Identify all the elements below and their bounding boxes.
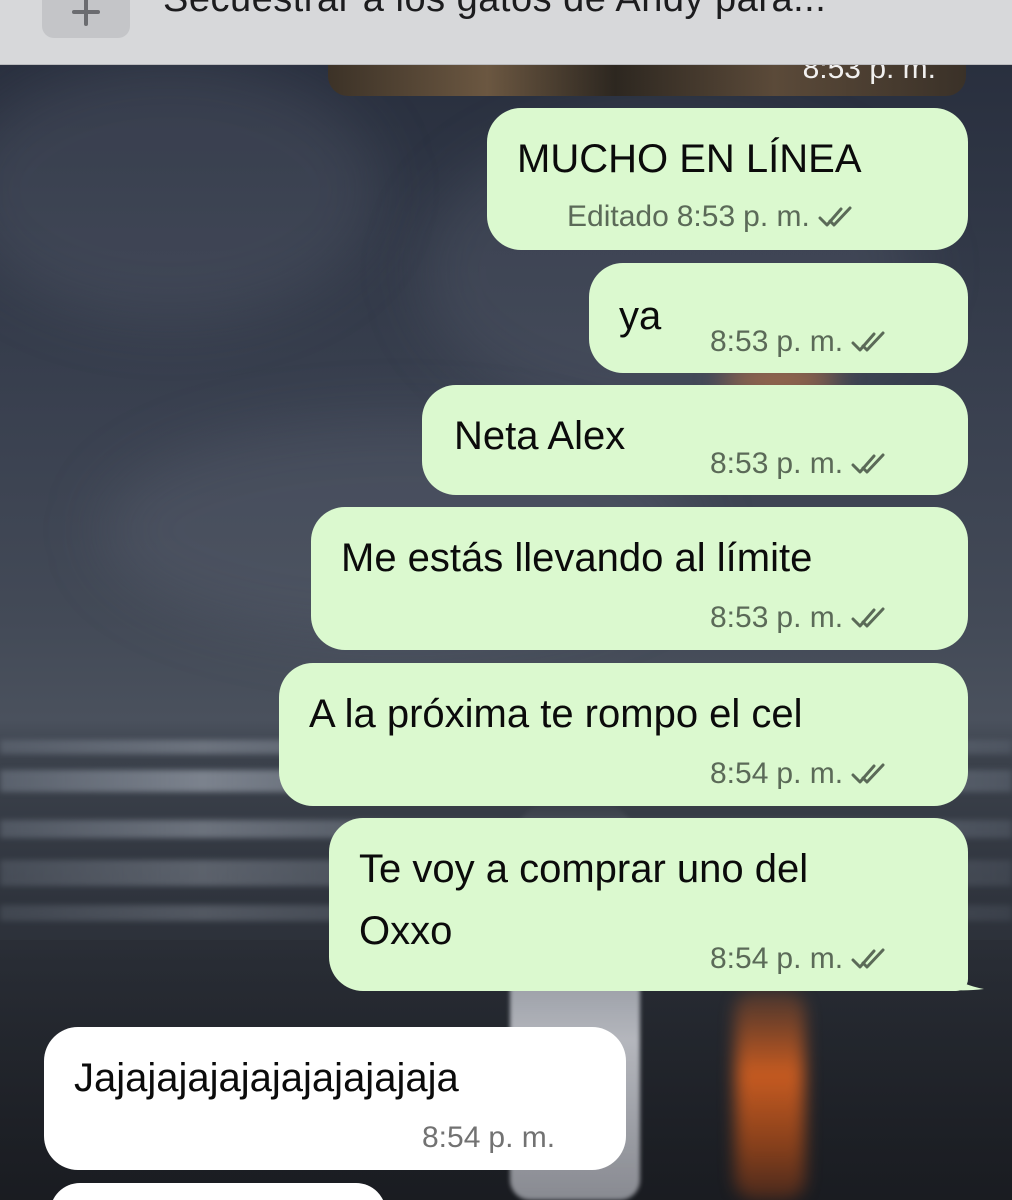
message-time: 8:53 — [710, 447, 769, 480]
message-time: 8:54 — [422, 1121, 481, 1154]
double-check-icon — [851, 331, 885, 352]
double-check-icon — [851, 948, 885, 969]
message-time: 8:54 — [710, 757, 769, 790]
message-ampm: p. m. — [776, 447, 844, 480]
double-check-icon — [818, 206, 852, 227]
message-bubble-outgoing[interactable]: Me estás llevando al límite 8:53 p. m. — [311, 507, 968, 650]
message-meta: 8:53 p. m. — [710, 447, 897, 481]
message-text: MUCHO EN LÍNEA — [517, 137, 862, 181]
double-check-icon — [851, 607, 885, 628]
message-text-line: Te voy a comprar uno del — [359, 847, 809, 891]
message-text: Jajajajajajajajajajajaja — [74, 1056, 459, 1100]
chat-header: Secuestrar a los gatos de Andy para... — [0, 0, 1012, 65]
message-meta: Editado 8:53 p. m. — [567, 200, 864, 234]
message-ampm: p. m. — [776, 325, 844, 358]
message-meta: 8:54 p. m. — [422, 1121, 555, 1155]
message-text: ya — [619, 294, 662, 338]
message-ampm: p. m. — [776, 942, 844, 975]
chat-title[interactable]: Secuestrar a los gatos de Andy para... — [163, 0, 826, 21]
message-ampm: p. m. — [488, 1121, 556, 1154]
message-bubble-outgoing[interactable]: Te voy a comprar uno del Oxxo 8:54 p. m. — [329, 818, 968, 991]
message-time: 8:53 — [676, 200, 736, 233]
plus-icon[interactable] — [42, 0, 130, 38]
message-meta: 8:54 p. m. — [710, 942, 897, 976]
message-bubble-incoming[interactable]: Jajajajajajajajajajajaja 8:54 p. m. — [44, 1027, 626, 1170]
message-time: 8:54 — [710, 942, 769, 975]
message-ampm: p. m. — [743, 200, 810, 233]
message-text: Neta Alex — [454, 414, 626, 458]
message-text: A la próxima te rompo el cel — [309, 692, 803, 736]
message-ampm: p. m. — [776, 757, 844, 790]
message-meta: 8:53 p. m. — [710, 601, 897, 635]
message-meta: 8:54 p. m. — [710, 757, 897, 791]
message-text: Me estás llevando al límite — [341, 536, 813, 580]
edited-label: Editado — [567, 200, 669, 233]
message-text-line: Oxxo — [359, 909, 453, 953]
message-time: 8:53 — [710, 601, 769, 634]
message-bubble-incoming-partial[interactable] — [50, 1183, 386, 1200]
message-bubble-outgoing[interactable]: A la próxima te rompo el cel 8:54 p. m. — [279, 663, 968, 806]
message-bubble-outgoing[interactable]: ya 8:53 p. m. — [589, 263, 968, 373]
message-bubble-outgoing[interactable]: Neta Alex 8:53 p. m. — [422, 385, 968, 495]
message-meta: 8:53 p. m. — [710, 325, 897, 359]
double-check-icon — [851, 763, 885, 784]
message-time: 8:53 — [710, 325, 769, 358]
double-check-icon — [851, 453, 885, 474]
message-bubble-outgoing[interactable]: MUCHO EN LÍNEA Editado 8:53 p. m. — [487, 108, 968, 250]
message-ampm: p. m. — [776, 601, 844, 634]
